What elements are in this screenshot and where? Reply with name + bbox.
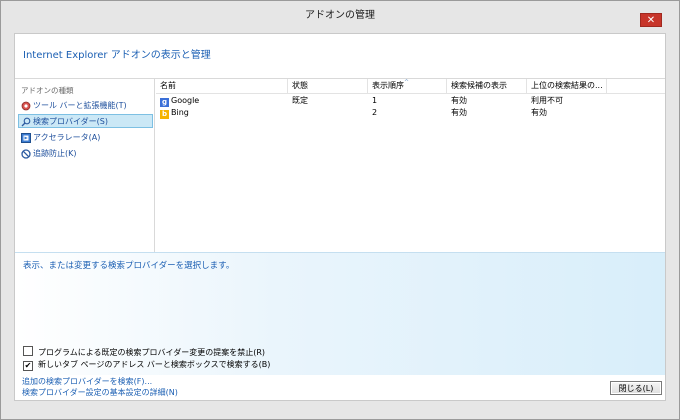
column-header-suggestions[interactable]: 検索候補の表示	[447, 79, 527, 93]
table-row[interactable]: b Bing 2 有効 有効	[156, 107, 665, 119]
provider-name-cell: b Bing	[156, 107, 288, 119]
status-cell: 既定	[292, 96, 308, 105]
window-title: アドオンの管理	[305, 10, 375, 21]
suggestions-cell: 有効	[451, 96, 467, 105]
search-icon	[21, 117, 31, 127]
page-title: Internet Explorer アドオンの表示と管理	[23, 50, 211, 61]
column-header-name[interactable]: 名前	[156, 79, 288, 93]
sidebar-item-label: アクセラレータ(A)	[33, 133, 101, 142]
sort-ascending-icon: ^	[404, 79, 410, 86]
provider-name: Google	[171, 96, 200, 105]
column-header-order[interactable]: 表示順序 ^	[368, 79, 447, 93]
bing-icon: b	[160, 110, 169, 119]
selection-hint: 表示、または変更する検索プロバイダーを選択します。	[23, 261, 235, 271]
sidebar-item-label: ツール バーと拡張機能(T)	[33, 101, 127, 110]
suggestion-block-checkbox[interactable]	[23, 346, 33, 356]
sidebar-item-label: 検索プロバイダー(S)	[33, 117, 108, 126]
provider-table: 名前 状態 表示順序 ^ 検索候補の表示 上位の検索結果の... g Google…	[156, 79, 665, 252]
accelerator-icon	[21, 133, 31, 143]
provider-preferences-link[interactable]: 検索プロバイダー設定の基本設定の詳細(N)	[22, 387, 178, 398]
order-cell: 2	[372, 108, 378, 117]
footer-links: 追加の検索プロバイダーを検索(F)... 検索プロバイダー設定の基本設定の詳細(…	[22, 376, 178, 398]
title-bar[interactable]: アドオンの管理	[1, 1, 679, 31]
sidebar-item-label: 追跡防止(K)	[33, 149, 77, 158]
new-tab-search-option[interactable]: ✔ 新しいタブ ページのアドレス バーと検索ボックスで検索する(B)	[23, 359, 270, 371]
sidebar-item-toolbars[interactable]: ツール バーと拡張機能(T)	[19, 99, 151, 113]
window-close-button[interactable]: ✕	[640, 13, 662, 27]
provider-name-cell: g Google	[156, 95, 288, 107]
top-result-cell: 利用不可	[531, 96, 563, 105]
details-pane: 表示、または変更する検索プロバイダーを選択します。 プログラムによる既定の検索プ…	[15, 252, 665, 375]
addon-manager-window: アドオンの管理 ✕ Internet Explorer アドオンの表示と管理 ア…	[0, 0, 680, 420]
suggestions-cell: 有効	[451, 108, 467, 117]
checkbox-label: 新しいタブ ページのアドレス バーと検索ボックスで検索する(B)	[38, 360, 271, 369]
order-cell: 1	[372, 96, 378, 105]
sidebar-item-search-providers[interactable]: 検索プロバイダー(S)	[18, 114, 153, 128]
status-cell	[288, 107, 368, 119]
gear-icon	[21, 101, 31, 111]
close-icon: ✕	[646, 15, 656, 26]
column-header-order-label: 表示順序	[372, 81, 404, 90]
sidebar-item-accelerators[interactable]: アクセラレータ(A)	[19, 131, 151, 145]
close-button[interactable]: 閉じる(L)	[610, 381, 662, 395]
sidebar-item-tracking-protection[interactable]: 追跡防止(K)	[19, 147, 151, 161]
find-more-providers-link[interactable]: 追加の検索プロバイダーを検索(F)...	[22, 376, 178, 387]
provider-name: Bing	[171, 108, 189, 117]
addon-type-list: アドオンの種類 ツール バーと拡張機能(T) 検索プロバイダー(S) アクセラレ…	[15, 79, 155, 252]
block-icon	[21, 149, 31, 159]
google-icon: g	[160, 98, 169, 107]
table-row[interactable]: g Google 既定 1 有効 利用不可	[156, 95, 665, 107]
table-header: 名前 状態 表示順序 ^ 検索候補の表示 上位の検索結果の...	[156, 79, 665, 94]
addon-type-caption: アドオンの種類	[21, 86, 74, 95]
new-tab-search-checkbox[interactable]: ✔	[23, 361, 33, 371]
column-header-top-result[interactable]: 上位の検索結果の...	[527, 79, 607, 93]
client-area: Internet Explorer アドオンの表示と管理 アドオンの種類 ツール…	[14, 33, 666, 401]
column-header-status[interactable]: 状態	[288, 79, 368, 93]
suggestion-block-option[interactable]: プログラムによる既定の検索プロバイダー変更の提案を禁止(R)	[23, 346, 265, 358]
checkbox-label: プログラムによる既定の検索プロバイダー変更の提案を禁止(R)	[38, 348, 265, 357]
top-result-cell: 有効	[531, 108, 547, 117]
